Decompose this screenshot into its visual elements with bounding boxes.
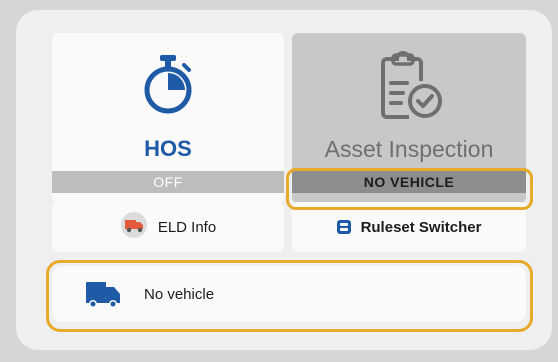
ruleset-icon [336,220,351,234]
clipboard-check-icon [369,51,449,126]
truck-icon [120,211,148,243]
hos-tile[interactable]: HOS OFF [52,33,284,203]
stopwatch-icon [138,51,198,120]
asset-inspection-title: Asset Inspection [324,136,494,162]
eld-info-button[interactable]: ELD Info [52,202,284,252]
eld-info-label: ELD Info [157,218,217,236]
vehicle-highlight [46,260,533,332]
hos-title: HOS [144,136,192,161]
status-highlight [286,168,533,210]
ruleset-switcher-label: Ruleset Switcher [360,218,482,236]
dashboard-panel: HOS OFF Asset Inspection NO VEHICLE ELD … [16,10,552,350]
hos-status: OFF [52,171,284,193]
